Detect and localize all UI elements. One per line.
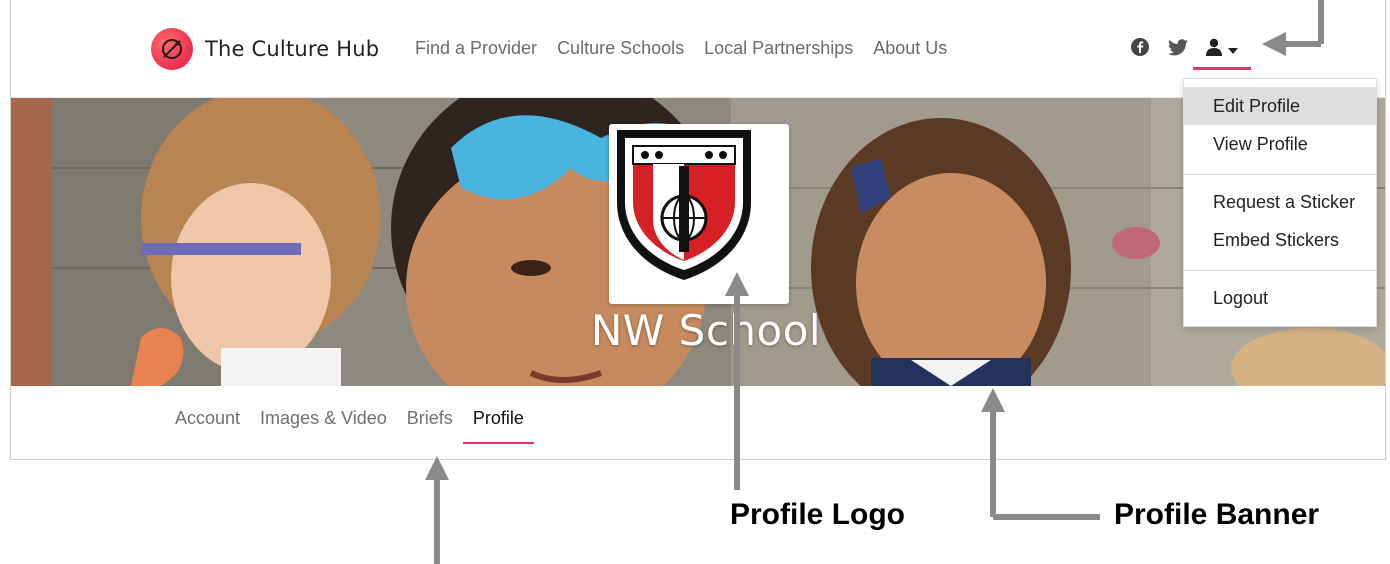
nav-right	[1129, 36, 1251, 70]
nav-link-culture-schools[interactable]: Culture Schools	[557, 38, 684, 59]
arrow-tabs	[425, 456, 449, 564]
annotation-profile-banner: Profile Banner	[1114, 498, 1320, 531]
main-nav: Find a Provider Culture Schools Local Pa…	[415, 38, 947, 59]
annotation-profile-logo: Profile Logo	[730, 498, 905, 531]
user-menu-toggle[interactable]	[1193, 32, 1251, 70]
menu-item-logout[interactable]: Logout	[1184, 279, 1376, 317]
nav-link-find-provider[interactable]: Find a Provider	[415, 38, 537, 59]
twitter-icon[interactable]	[1167, 36, 1189, 58]
user-icon	[1206, 38, 1222, 61]
profile-tabs: Account Images & Video Briefs Profile	[175, 408, 534, 444]
menu-item-edit-profile[interactable]: Edit Profile	[1184, 87, 1376, 125]
menu-divider	[1184, 174, 1376, 175]
brand-name: The Culture Hub	[205, 37, 380, 61]
app-window: The Culture Hub Find a Provider Culture …	[10, 0, 1386, 460]
tab-account[interactable]: Account	[175, 408, 240, 429]
user-dropdown-menu: Edit Profile View Profile Request a Stic…	[1183, 78, 1377, 327]
tab-images-video[interactable]: Images & Video	[260, 408, 387, 429]
compass-icon	[151, 28, 193, 70]
tab-briefs[interactable]: Briefs	[407, 408, 453, 429]
nav-link-about-us[interactable]: About Us	[873, 38, 947, 59]
profile-banner: NW School	[11, 98, 1385, 386]
profile-logo	[609, 124, 789, 304]
tab-profile[interactable]: Profile	[462, 408, 534, 444]
school-name: NW School	[590, 306, 822, 355]
caret-down-icon	[1228, 41, 1238, 59]
brand[interactable]: The Culture Hub	[151, 28, 379, 70]
top-navbar: The Culture Hub Find a Provider Culture …	[11, 0, 1385, 98]
menu-item-view-profile[interactable]: View Profile	[1184, 125, 1376, 163]
menu-item-embed-stickers[interactable]: Embed Stickers	[1184, 221, 1376, 259]
facebook-icon[interactable]	[1129, 36, 1151, 58]
school-crest-icon	[617, 130, 751, 280]
menu-divider	[1184, 270, 1376, 271]
menu-item-request-sticker[interactable]: Request a Sticker	[1184, 183, 1376, 221]
nav-link-local-partnerships[interactable]: Local Partnerships	[704, 38, 853, 59]
